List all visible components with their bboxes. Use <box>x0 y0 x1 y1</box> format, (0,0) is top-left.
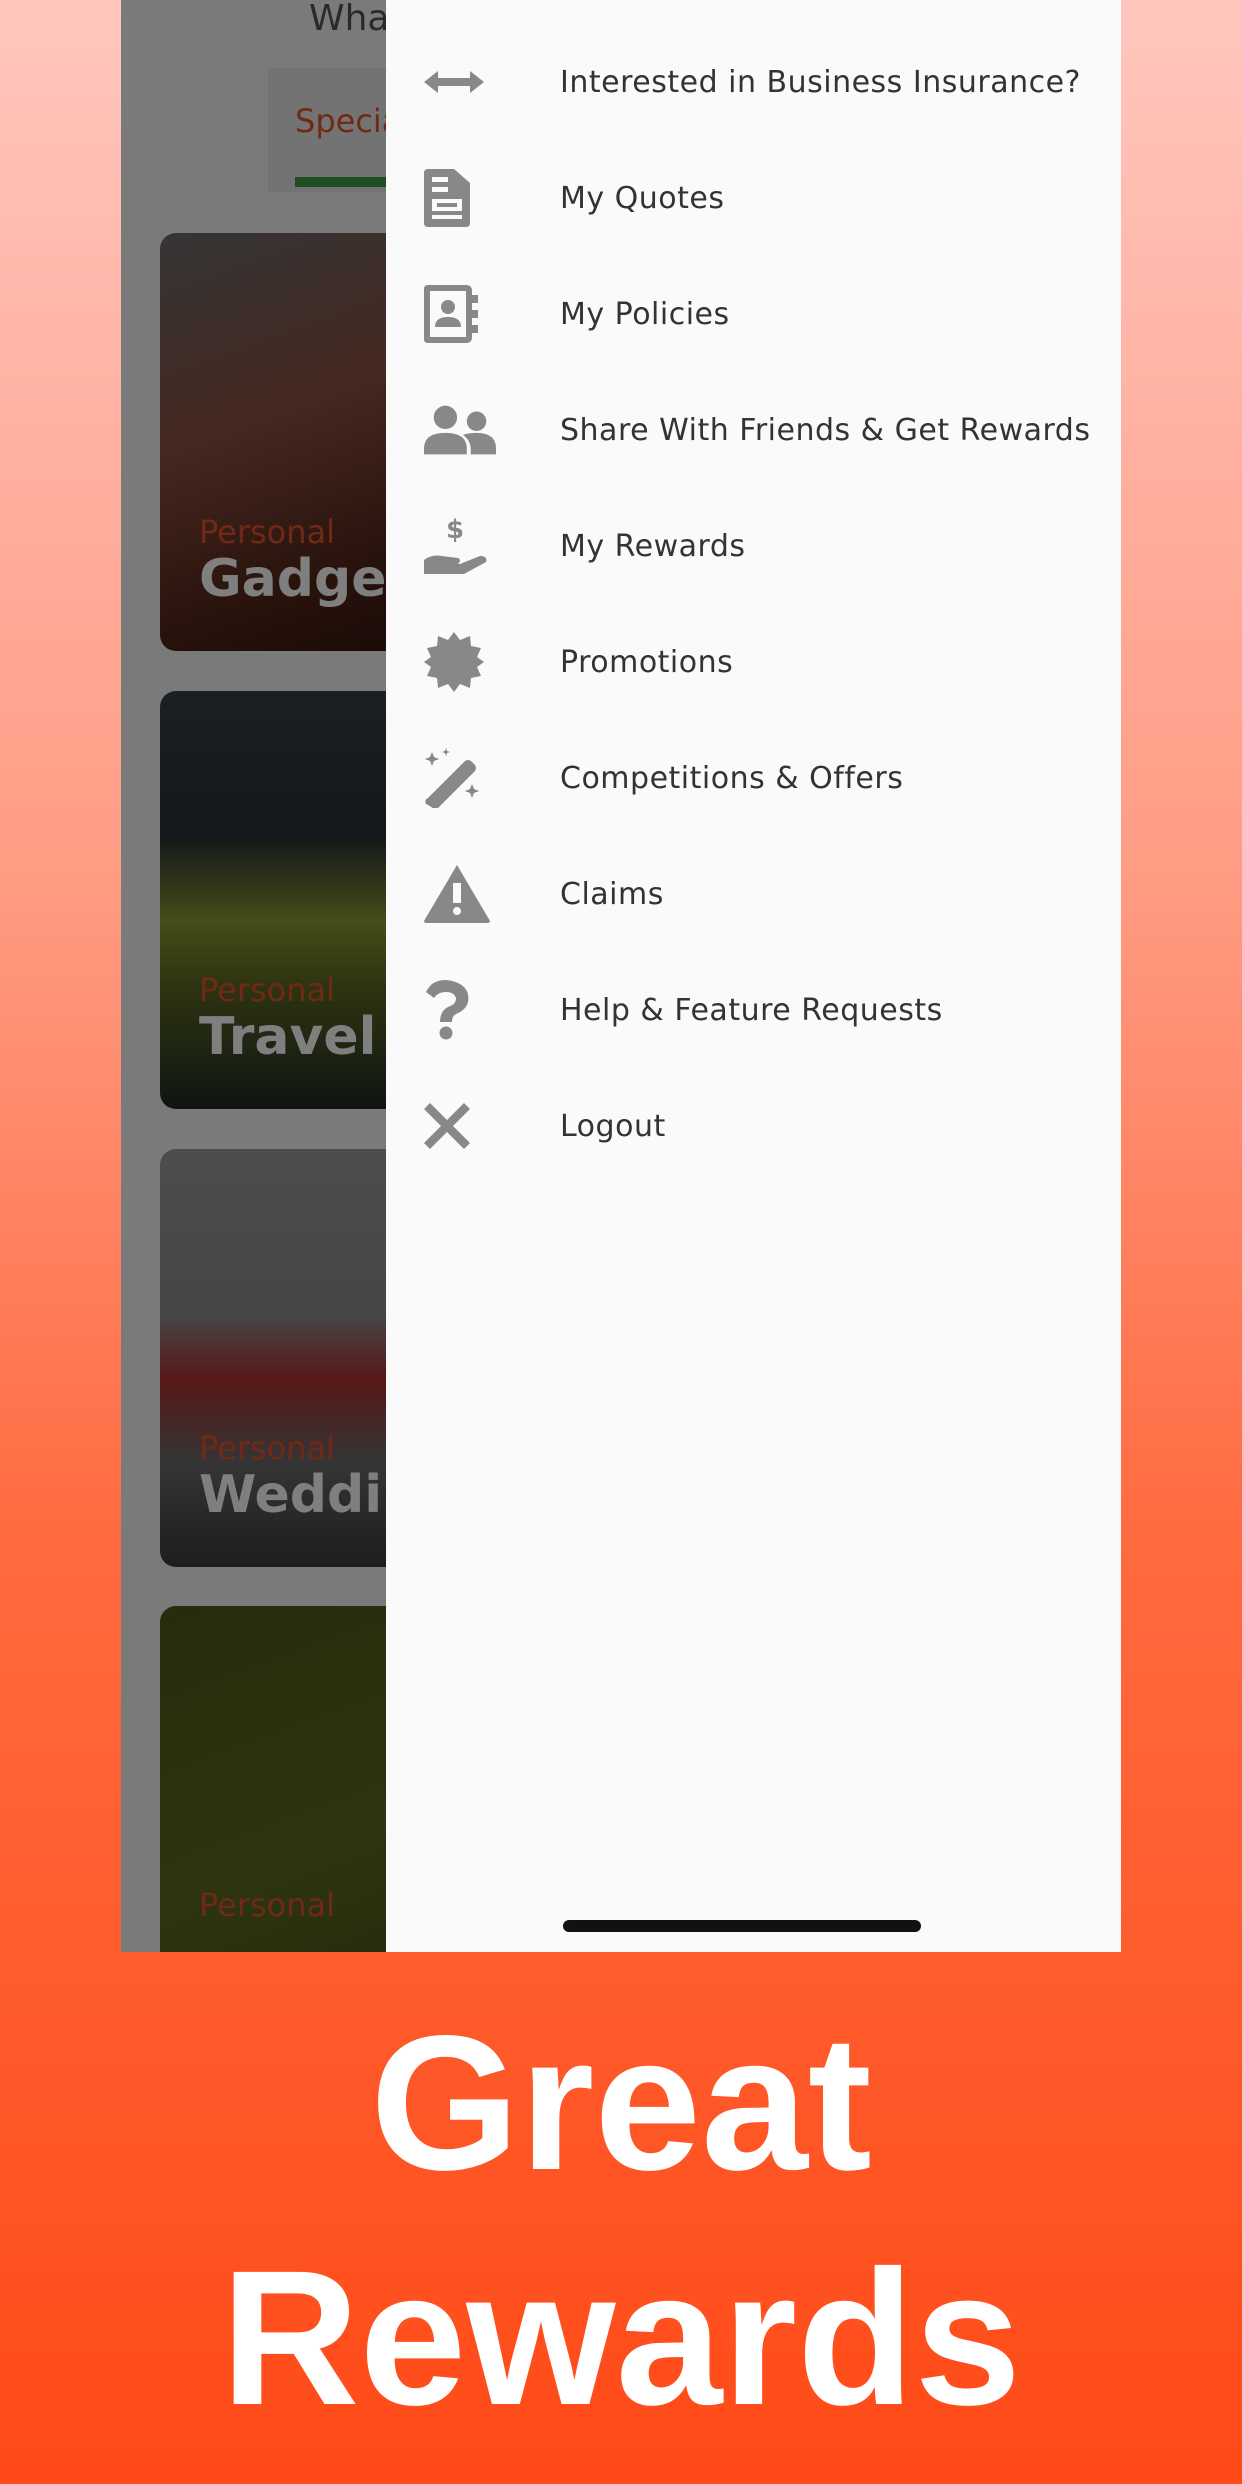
phone-screen: What Specia Personal Gadget Personal Tra… <box>121 0 1121 1952</box>
menu-item-label: Interested in Business Insurance? <box>560 64 1081 100</box>
question-icon <box>424 974 496 1046</box>
menu-item-label: Logout <box>560 1108 666 1144</box>
menu-item-label: Share With Friends & Get Rewards <box>560 412 1091 448</box>
menu-item-share-with-friends[interactable]: Share With Friends & Get Rewards <box>386 372 1121 488</box>
menu-item-label: Help & Feature Requests <box>560 992 943 1028</box>
document-icon <box>424 162 496 234</box>
hand-dollar-icon: $ <box>424 510 496 582</box>
menu-item-promotions[interactable]: Promotions <box>386 604 1121 720</box>
contact-book-icon <box>424 278 496 350</box>
menu-item-my-policies[interactable]: My Policies <box>386 256 1121 372</box>
menu-item-label: Competitions & Offers <box>560 760 904 796</box>
promo-headline: Great Rewards <box>0 1985 1242 2455</box>
menu-item-label: Claims <box>560 876 664 912</box>
warning-triangle-icon <box>424 858 496 930</box>
badge-burst-icon <box>424 626 496 698</box>
svg-text:$: $ <box>446 516 464 545</box>
navigation-drawer: Interested in Business Insurance? My Quo… <box>386 0 1121 1952</box>
close-icon <box>424 1090 496 1162</box>
arrows-horizontal-icon <box>424 46 496 118</box>
menu-item-business-insurance[interactable]: Interested in Business Insurance? <box>386 24 1121 140</box>
headline-line-2: Rewards <box>220 2230 1022 2445</box>
menu-item-label: My Policies <box>560 296 730 332</box>
menu-item-my-quotes[interactable]: My Quotes <box>386 140 1121 256</box>
menu-item-label: Promotions <box>560 644 734 680</box>
users-icon <box>424 394 496 466</box>
headline-line-1: Great <box>370 1995 872 2210</box>
menu-item-label: My Rewards <box>560 528 746 564</box>
menu-item-help-feature-requests[interactable]: Help & Feature Requests <box>386 952 1121 1068</box>
menu-item-label: My Quotes <box>560 180 725 216</box>
menu-item-claims[interactable]: Claims <box>386 836 1121 952</box>
menu-item-competitions-offers[interactable]: Competitions & Offers <box>386 720 1121 836</box>
home-indicator[interactable] <box>563 1920 921 1932</box>
menu-item-logout[interactable]: Logout <box>386 1068 1121 1184</box>
magic-wand-icon <box>424 742 496 814</box>
menu-item-my-rewards[interactable]: $ My Rewards <box>386 488 1121 604</box>
